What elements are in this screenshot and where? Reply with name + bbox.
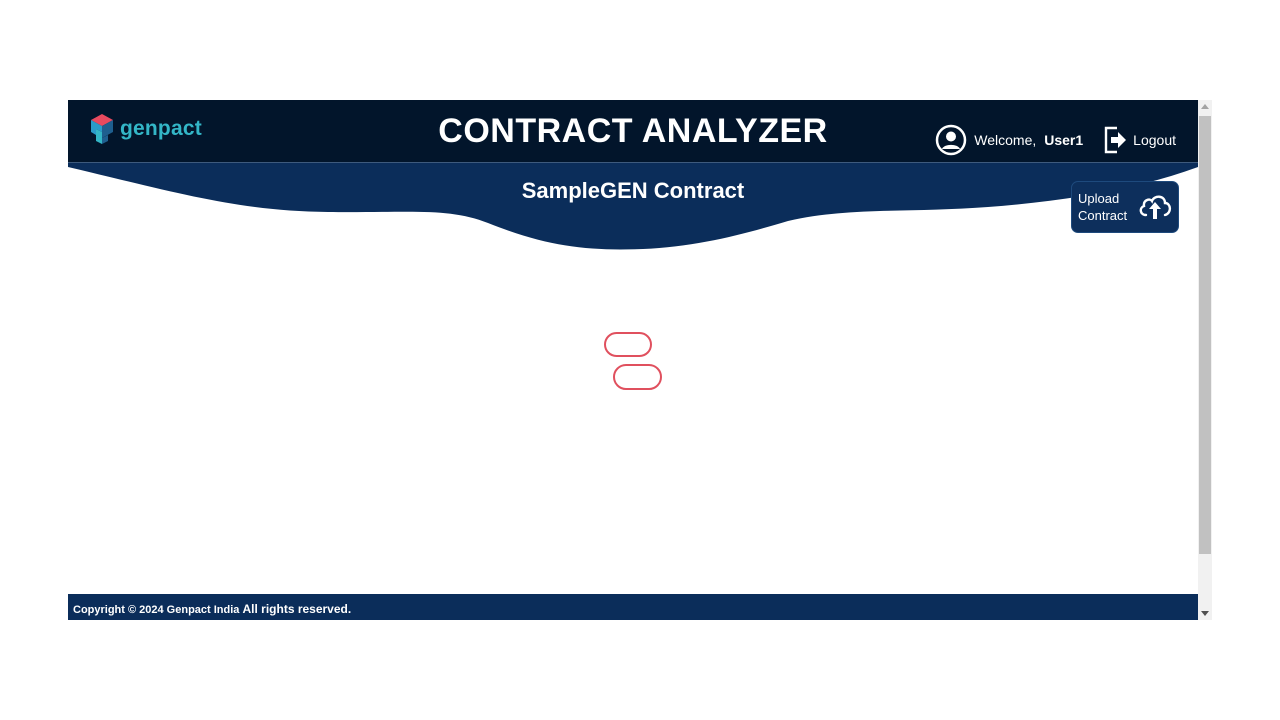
loading-spinner-icon: [604, 332, 662, 390]
copyright-text: Copyright © 2024 Genpact India: [73, 604, 240, 616]
cloud-upload-icon: [1139, 195, 1172, 219]
contract-name-heading: SampleGEN Contract: [521, 178, 745, 203]
logout-label: Logout: [1133, 132, 1176, 148]
logout-icon: [1104, 126, 1127, 154]
scrollbar-thumb[interactable]: [1199, 116, 1211, 554]
footer: Copyright © 2024 Genpact India All right…: [68, 594, 1198, 620]
banner-wave: [68, 163, 1198, 250]
scroll-down-arrow-icon[interactable]: [1201, 611, 1209, 616]
upload-label: Upload Contract: [1078, 191, 1128, 223]
username-label: User1: [1044, 132, 1084, 148]
header-bar: genpact CONTRACT ANALYZER Welcome, User1…: [68, 100, 1198, 163]
scroll-up-arrow-icon[interactable]: [1201, 104, 1209, 109]
vertical-scrollbar[interactable]: [1198, 100, 1212, 620]
logout-button[interactable]: Logout: [1103, 126, 1176, 154]
rights-text: All rights reserved.: [242, 602, 352, 616]
user-circle-icon[interactable]: [935, 124, 967, 156]
app-window: genpact CONTRACT ANALYZER Welcome, User1…: [68, 100, 1198, 620]
upload-contract-button[interactable]: Upload Contract: [1071, 181, 1179, 233]
welcome-label: Welcome,: [974, 132, 1037, 148]
user-area: Welcome, User1 Logout: [935, 124, 1176, 156]
